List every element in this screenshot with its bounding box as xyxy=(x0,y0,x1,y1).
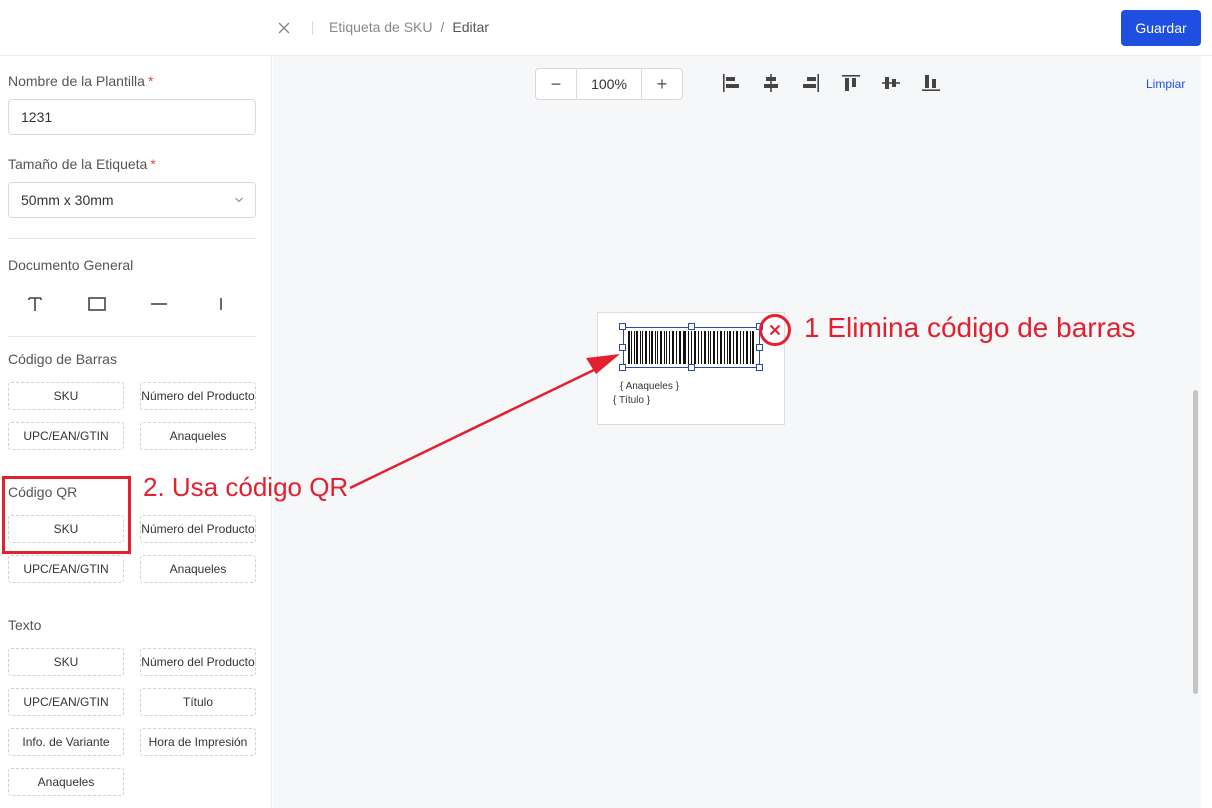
label-size-label: Tamaño de la Etiqueta * xyxy=(8,156,156,172)
annotation-step-1: 1 Elimina código de barras xyxy=(804,312,1136,343)
align-left-icon[interactable] xyxy=(721,73,741,93)
divider xyxy=(8,336,256,337)
breadcrumb-separator: / xyxy=(440,19,445,35)
barcode-sku-button[interactable]: SKU xyxy=(8,382,124,410)
template-name-label-text: Nombre de la Plantilla xyxy=(8,73,145,89)
required-mark: * xyxy=(147,73,154,89)
zoom-out-button[interactable]: − xyxy=(536,69,576,99)
align-center-horizontal-icon[interactable] xyxy=(761,73,781,93)
top-bar: Etiqueta de SKU / Editar Guardar xyxy=(0,0,1212,56)
text-product-number-button[interactable]: Número del Producto xyxy=(140,648,256,676)
text-shelves-button[interactable]: Anaqueles xyxy=(8,768,124,796)
barcode-upc-button[interactable]: UPC/EAN/GTIN xyxy=(8,422,124,450)
qr-shelves-button[interactable]: Anaqueles xyxy=(140,555,256,583)
barcode-graphic xyxy=(628,331,754,364)
label-size-select[interactable]: 50mm x 30mm xyxy=(8,182,256,218)
qr-product-number-button[interactable]: Número del Producto xyxy=(140,515,256,543)
vertical-scrollbar[interactable] xyxy=(1193,390,1198,694)
resize-handle[interactable] xyxy=(688,364,695,371)
text-variant-info-button[interactable]: Info. de Variante xyxy=(8,728,124,756)
barcode-product-number-button[interactable]: Número del Producto xyxy=(140,382,256,410)
template-name-label: Nombre de la Plantilla * xyxy=(8,73,153,89)
zoom-in-button[interactable]: + xyxy=(642,69,682,99)
general-doc-title: Documento General xyxy=(8,257,134,273)
rectangle-tool-icon[interactable] xyxy=(84,293,110,315)
resize-handle[interactable] xyxy=(688,323,695,330)
breadcrumb-item-edit: Editar xyxy=(452,19,489,35)
zoom-value: 100% xyxy=(576,69,642,99)
breadcrumb-item-sku-label[interactable]: Etiqueta de SKU xyxy=(329,19,433,35)
save-button[interactable]: Guardar xyxy=(1121,10,1201,46)
divider xyxy=(312,21,313,35)
close-icon[interactable] xyxy=(276,20,292,36)
barcode-element[interactable] xyxy=(623,327,760,368)
clear-button[interactable]: Limpiar xyxy=(1146,77,1185,91)
resize-handle[interactable] xyxy=(756,364,763,371)
align-center-vertical-icon[interactable] xyxy=(881,73,901,93)
delete-circle-icon xyxy=(759,314,791,346)
horizontal-line-icon[interactable] xyxy=(146,293,172,315)
annotation-step-2: 2. Usa código QR xyxy=(143,472,349,502)
annotation-highlight-box xyxy=(2,476,131,554)
align-top-icon[interactable] xyxy=(841,73,861,93)
text-title-button[interactable]: Título xyxy=(140,688,256,716)
text-section-title: Texto xyxy=(8,617,42,633)
vertical-line-icon[interactable] xyxy=(208,293,234,315)
align-bottom-icon[interactable] xyxy=(921,73,941,93)
template-name-input[interactable]: 1231 xyxy=(8,99,256,135)
divider xyxy=(8,238,256,239)
chevron-down-icon xyxy=(235,197,243,203)
text-upc-button[interactable]: UPC/EAN/GTIN xyxy=(8,688,124,716)
qr-upc-button[interactable]: UPC/EAN/GTIN xyxy=(8,555,124,583)
align-right-icon[interactable] xyxy=(801,73,821,93)
text-tool-icon[interactable] xyxy=(22,293,48,315)
resize-handle[interactable] xyxy=(619,323,626,330)
barcode-shelves-button[interactable]: Anaqueles xyxy=(140,422,256,450)
zoom-control: − 100% + xyxy=(535,68,683,100)
label-size-value: 50mm x 30mm xyxy=(21,192,114,208)
text-print-time-button[interactable]: Hora de Impresión xyxy=(140,728,256,756)
label-size-label-text: Tamaño de la Etiqueta xyxy=(8,156,148,172)
required-mark: * xyxy=(150,156,156,172)
text-sku-button[interactable]: SKU xyxy=(8,648,124,676)
annotation-arrow-icon xyxy=(349,354,620,490)
barcode-section-title: Código de Barras xyxy=(8,351,117,367)
breadcrumb: Etiqueta de SKU / Editar xyxy=(329,19,489,35)
